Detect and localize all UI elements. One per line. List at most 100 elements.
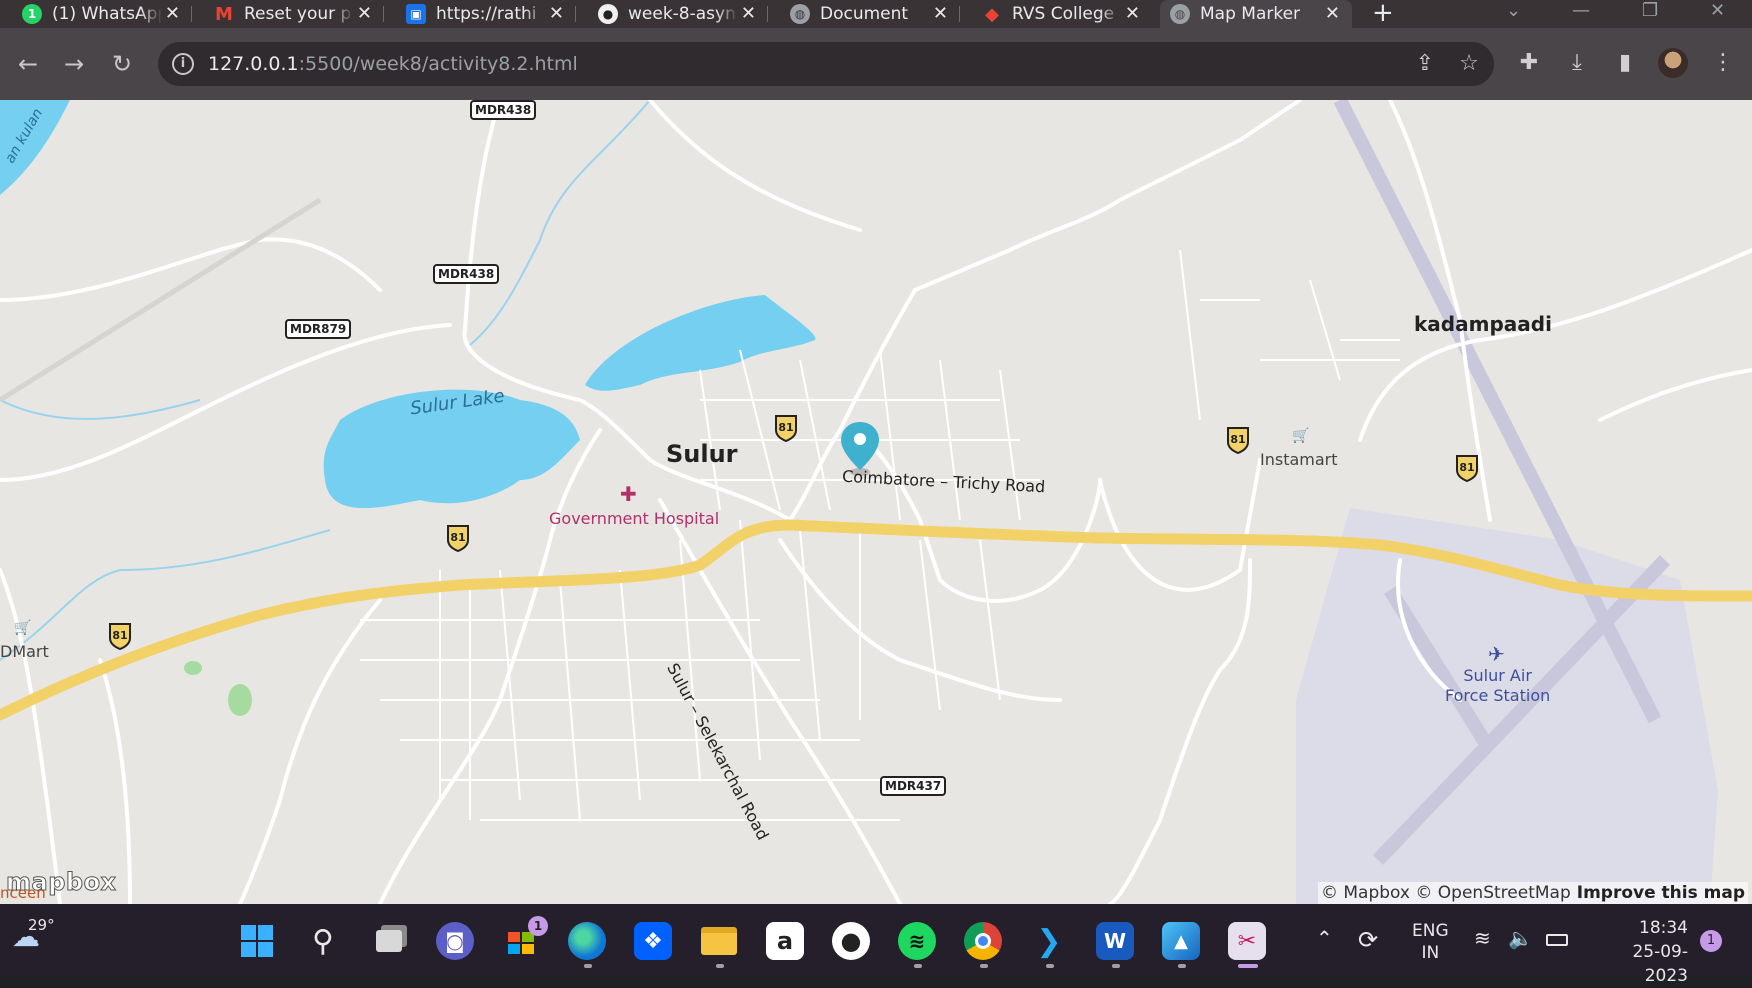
extensions-icon[interactable]: ✚ xyxy=(1514,48,1544,78)
start-button[interactable] xyxy=(238,922,276,960)
running-indicator xyxy=(716,964,724,968)
new-tab-button[interactable]: + xyxy=(1372,0,1394,26)
task-view-icon[interactable] xyxy=(370,922,408,960)
running-indicator xyxy=(1112,964,1120,968)
snipping-tool-icon[interactable]: ✂ xyxy=(1228,922,1266,960)
tab-title: Reset your p xyxy=(244,4,352,24)
tab-separator xyxy=(191,6,192,22)
running-indicator xyxy=(1178,964,1186,968)
map-marker[interactable] xyxy=(838,420,882,478)
close-icon[interactable]: ✕ xyxy=(165,3,180,24)
shop-icon-dmart: 🛒 xyxy=(14,620,32,636)
photos-icon[interactable]: ▲ xyxy=(1162,922,1200,960)
word-icon[interactable]: W xyxy=(1096,922,1134,960)
battery-icon[interactable] xyxy=(1546,930,1568,951)
tab-rvs-college[interactable]: ◆ RVS College ✕ xyxy=(972,0,1152,28)
wifi-icon[interactable]: ≋ xyxy=(1474,926,1491,950)
vscode-icon[interactable]: ❯ xyxy=(1030,922,1068,960)
map-attribution: © Mapbox © OpenStreetMap Improve this map xyxy=(1317,882,1748,904)
dropbox-icon[interactable]: ❖ xyxy=(634,922,672,960)
tab-document[interactable]: ◍ Document ✕ xyxy=(780,0,960,28)
url-host: 127.0.0.1 xyxy=(208,53,299,75)
close-window-button[interactable]: ✕ xyxy=(1710,0,1725,28)
tab-whatsapp[interactable]: 1 (1) WhatsApp ✕ xyxy=(12,0,192,28)
tab-gmail[interactable]: M Reset your p ✕ xyxy=(204,0,384,28)
microsoft-store-icon[interactable]: 1 xyxy=(502,916,548,960)
map-base-layer xyxy=(0,100,1752,904)
minimize-button[interactable]: — xyxy=(1572,0,1590,28)
air-force-line-2: Force Station xyxy=(1445,686,1551,705)
show-hidden-icons[interactable]: ⌃ xyxy=(1316,926,1333,950)
nh81-shield: 81 xyxy=(108,622,132,651)
road-shield-mdr879: MDR879 xyxy=(285,319,352,339)
tab-separator xyxy=(959,6,960,22)
clock[interactable]: 18:34 25-09-2023 xyxy=(1592,916,1688,988)
sync-icon[interactable]: ⟳ xyxy=(1358,926,1378,954)
language-code: ENG xyxy=(1412,921,1449,941)
chrome-icon[interactable] xyxy=(964,922,1002,960)
file-explorer-icon[interactable] xyxy=(700,922,738,960)
contacts-icon: ▣ xyxy=(406,4,426,24)
spotify-icon[interactable]: ≋ xyxy=(898,922,936,960)
tab-title: Document xyxy=(820,4,909,24)
place-label-kadampaadi[interactable]: kadampaadi xyxy=(1414,312,1552,336)
bookmark-star-icon[interactable]: ☆ xyxy=(1454,49,1484,79)
close-icon[interactable]: ✕ xyxy=(741,3,756,24)
close-icon[interactable]: ✕ xyxy=(1325,3,1340,24)
share-icon[interactable]: ⇪ xyxy=(1410,49,1440,79)
notification-badge[interactable]: 1 xyxy=(1700,930,1722,952)
attribution-text[interactable]: © Mapbox © OpenStreetMap xyxy=(1321,883,1571,903)
amazon-icon[interactable]: a xyxy=(766,922,804,960)
tab-map-marker[interactable]: ◍ Map Marker ✕ xyxy=(1160,0,1352,28)
map-canvas[interactable]: Sulur Sulur Lake kadampaadi Government H… xyxy=(0,100,1752,904)
globe-icon: ◍ xyxy=(1170,4,1190,24)
maps-pin-icon: ◆ xyxy=(985,3,999,25)
mapbox-logo[interactable]: mapbox xyxy=(6,868,117,897)
github-desktop-icon[interactable]: ● xyxy=(832,922,870,960)
url-path: :5500/week8/activity8.2.html xyxy=(298,53,578,75)
close-icon[interactable]: ✕ xyxy=(357,3,372,24)
close-icon[interactable]: ✕ xyxy=(549,3,564,24)
gmail-icon: M xyxy=(215,3,233,25)
back-button[interactable]: ← xyxy=(12,48,44,80)
profile-avatar[interactable] xyxy=(1658,48,1688,78)
place-label-government-hospital[interactable]: Government Hospital xyxy=(549,509,719,528)
forward-button[interactable]: → xyxy=(58,48,90,80)
nh81-shield-number: 81 xyxy=(450,531,465,544)
url-text[interactable]: 127.0.0.1:5500/week8/activity8.2.html xyxy=(208,53,578,75)
tab-github[interactable]: ● week-8-asyn ✕ xyxy=(588,0,768,28)
tab-search-icon[interactable]: ⌄ xyxy=(1506,0,1521,28)
address-bar[interactable]: i 127.0.0.1:5500/week8/activity8.2.html … xyxy=(158,42,1494,86)
nh81-shield: 81 xyxy=(1455,454,1479,483)
weather-widget[interactable]: ☁ 29° xyxy=(12,916,55,953)
running-indicator xyxy=(980,964,988,968)
tab-contacts[interactable]: ▣ https://rathi ✕ xyxy=(396,0,576,28)
place-label-sulur[interactable]: Sulur xyxy=(666,440,738,468)
improve-map-link[interactable]: Improve this map xyxy=(1577,883,1745,903)
railway xyxy=(0,197,322,403)
search-icon[interactable]: ⚲ xyxy=(304,922,342,960)
menu-icon[interactable]: ⋮ xyxy=(1708,48,1738,78)
language-indicator[interactable]: ENG IN xyxy=(1412,920,1449,964)
tab-separator xyxy=(767,6,768,22)
download-icon[interactable]: ⤓ xyxy=(1562,48,1592,78)
volume-icon[interactable]: 🔈 xyxy=(1508,926,1533,950)
edge-icon[interactable] xyxy=(568,922,606,960)
running-indicator xyxy=(1046,964,1054,968)
close-icon[interactable]: ✕ xyxy=(933,3,948,24)
tab-title: RVS College xyxy=(1012,4,1115,24)
reload-button[interactable]: ↻ xyxy=(106,48,138,80)
site-info-icon[interactable]: i xyxy=(172,53,194,75)
tab-title: week-8-asyn xyxy=(628,4,736,24)
restore-button[interactable]: ❐ xyxy=(1642,0,1658,28)
teams-chat-icon[interactable]: ◙ xyxy=(436,922,474,960)
road-shield-mdr437: MDR437 xyxy=(880,776,947,796)
globe-icon: ◍ xyxy=(790,4,810,24)
store-badge: 1 xyxy=(528,916,548,936)
place-label-instamart[interactable]: Instamart xyxy=(1260,450,1338,469)
place-label-dmart[interactable]: DMart xyxy=(0,642,49,661)
close-icon[interactable]: ✕ xyxy=(1125,3,1140,24)
place-label-air-force[interactable]: Sulur Air Force Station xyxy=(1445,666,1550,706)
side-panel-icon[interactable]: ▮ xyxy=(1610,48,1640,78)
park-area xyxy=(228,684,252,716)
